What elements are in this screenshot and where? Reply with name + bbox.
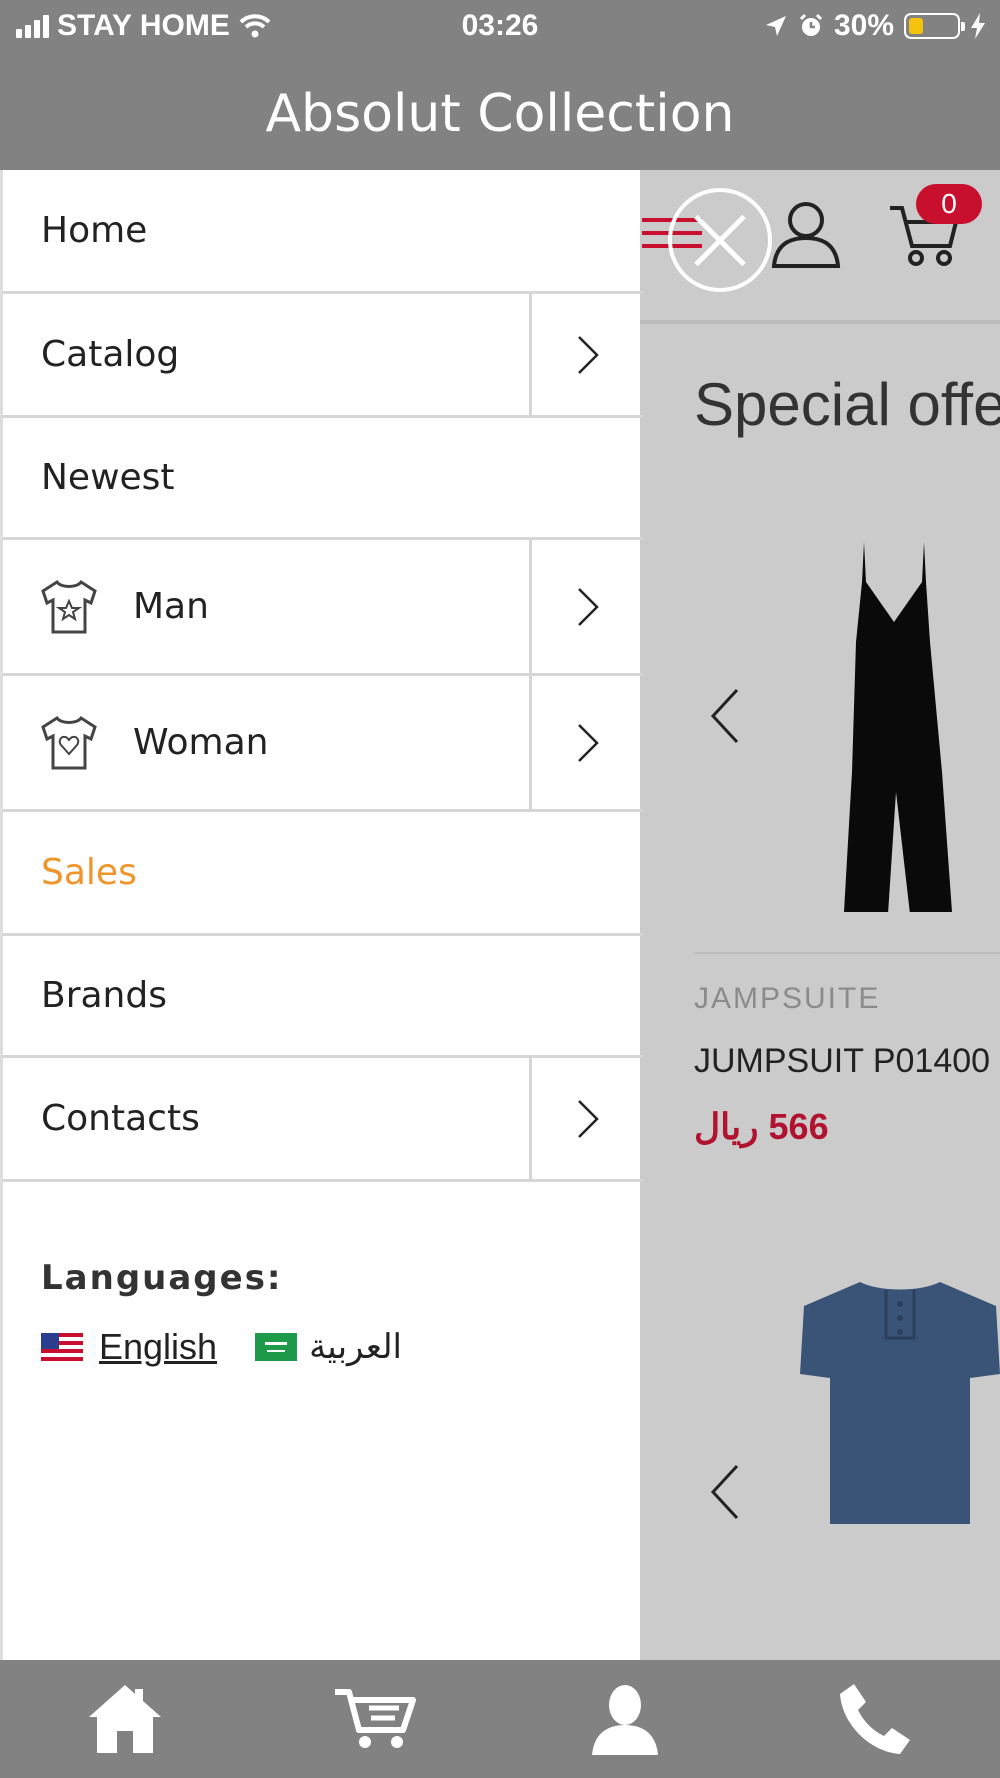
menu-item-man[interactable]: Man xyxy=(3,540,643,676)
product-category: JAMPSUITE xyxy=(694,982,881,1015)
nav-cart-button[interactable] xyxy=(250,1660,500,1778)
phone-icon xyxy=(840,1684,910,1754)
product-image[interactable] xyxy=(830,542,960,912)
menu-item-label: Catalog xyxy=(41,334,180,375)
chevron-right-icon xyxy=(577,335,599,374)
section-title: Special offe xyxy=(694,371,1000,438)
menu-item-label: Brands xyxy=(41,975,167,1016)
expand-man-button[interactable] xyxy=(529,540,643,673)
alarm-icon xyxy=(799,13,823,36)
menu-item-brands[interactable]: Brands xyxy=(3,936,643,1058)
cart-icon xyxy=(335,1689,416,1748)
us-flag-icon xyxy=(41,1333,83,1361)
app-title-bar: Absolut Collection xyxy=(0,56,1000,170)
account-icon[interactable] xyxy=(770,200,842,270)
nav-phone-button[interactable] xyxy=(750,1660,1000,1778)
carousel-prev-button[interactable] xyxy=(710,688,740,744)
battery-level xyxy=(909,18,923,34)
side-menu: Home Catalog Newest Man Woman Sales Bran… xyxy=(0,170,643,1660)
menu-item-contacts[interactable]: Contacts xyxy=(3,1058,643,1182)
menu-item-sales[interactable]: Sales xyxy=(3,812,643,936)
menu-item-home[interactable]: Home xyxy=(3,170,643,294)
menu-item-catalog[interactable]: Catalog xyxy=(3,294,643,418)
battery-icon xyxy=(904,13,965,39)
menu-item-label: Newest xyxy=(41,457,175,498)
nav-account-button[interactable] xyxy=(500,1660,750,1778)
product-name[interactable]: JUMPSUIT P01400 xyxy=(694,1042,990,1081)
product-price: 566 ريال xyxy=(694,1106,829,1147)
main-content: 0 Special offe JAMPSUITE JUMPSUIT P01400… xyxy=(640,170,1000,1660)
status-right: 30% xyxy=(764,9,986,43)
chevron-right-icon xyxy=(577,587,599,626)
carousel-prev-button-2[interactable] xyxy=(710,1464,740,1520)
menu-item-label: Home xyxy=(41,210,148,251)
product-divider xyxy=(694,952,1000,954)
language-switcher: English العربية xyxy=(41,1326,402,1368)
home-icon xyxy=(89,1685,161,1753)
app-title: Absolut Collection xyxy=(265,84,735,144)
chevron-right-icon xyxy=(577,1099,599,1138)
menu-item-woman[interactable]: Woman xyxy=(3,676,643,812)
cart-count-badge: 0 xyxy=(916,184,982,224)
menu-item-label: Contacts xyxy=(41,1098,200,1139)
tshirt-heart-icon xyxy=(41,715,97,769)
nav-home-button[interactable] xyxy=(0,1660,250,1778)
bottom-nav xyxy=(0,1660,1000,1778)
chevron-left-icon xyxy=(710,1464,739,1520)
menu-item-newest[interactable]: Newest xyxy=(3,418,643,540)
expand-contacts-button[interactable] xyxy=(529,1058,643,1179)
expand-catalog-button[interactable] xyxy=(529,294,643,415)
tshirt-star-icon xyxy=(41,579,97,633)
charging-bolt-icon xyxy=(971,13,985,39)
chevron-right-icon xyxy=(577,723,599,762)
battery-percent: 30% xyxy=(833,9,894,42)
sa-flag-icon xyxy=(255,1333,298,1361)
product-image-2[interactable] xyxy=(800,1278,1000,1534)
menu-item-label: Woman xyxy=(133,722,269,763)
menu-item-label: Sales xyxy=(41,852,137,893)
menu-item-label: Man xyxy=(133,586,209,627)
location-arrow-icon xyxy=(765,16,786,36)
expand-woman-button[interactable] xyxy=(529,676,643,809)
status-bar: STAY HOME 03:26 30% xyxy=(0,0,1000,56)
content-header: 0 xyxy=(640,170,1000,324)
language-english-link[interactable]: English xyxy=(99,1326,217,1368)
chevron-left-icon xyxy=(710,688,739,744)
languages-heading: Languages: xyxy=(41,1258,283,1298)
language-arabic-link[interactable]: العربية xyxy=(309,1327,402,1367)
user-icon xyxy=(592,1685,658,1755)
close-menu-button[interactable] xyxy=(668,188,772,292)
